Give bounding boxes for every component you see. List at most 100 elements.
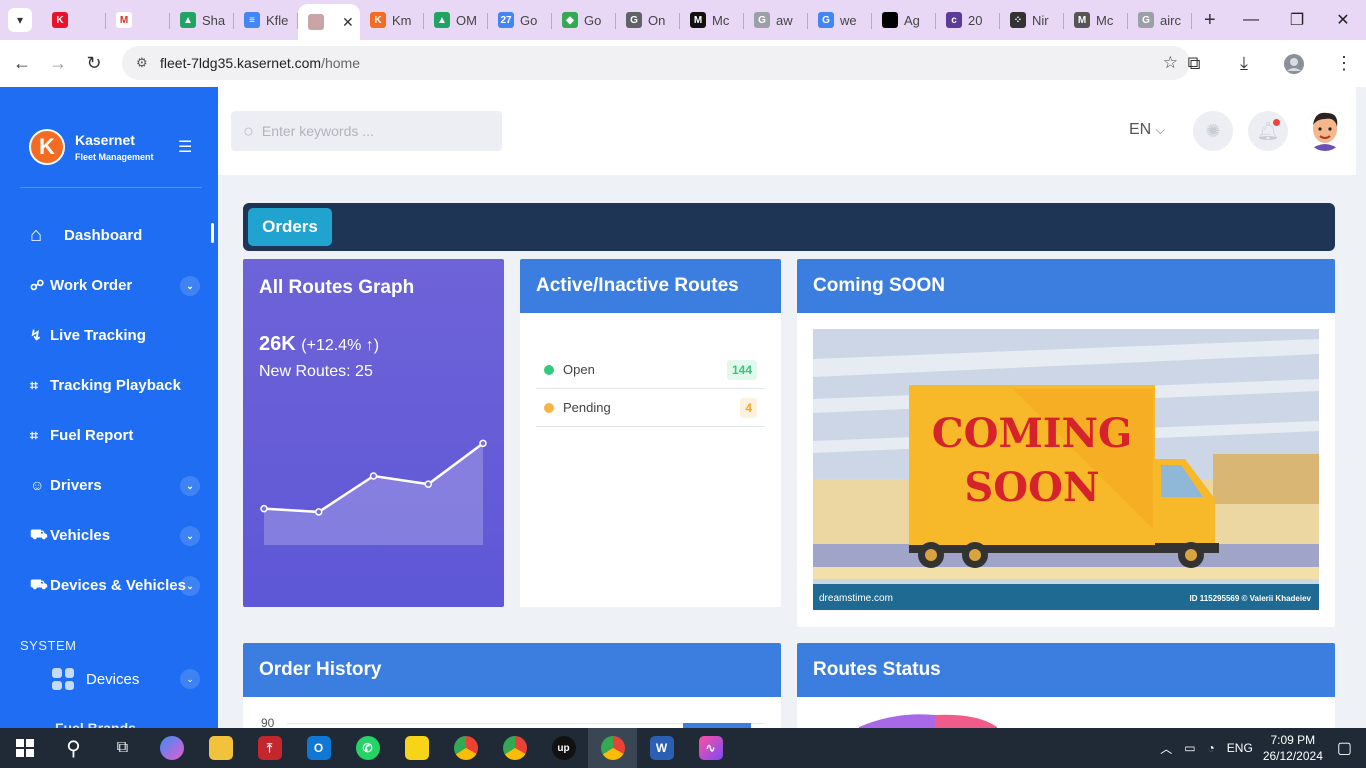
chevron-down-icon[interactable]: ⌄ <box>180 669 200 689</box>
chart-point[interactable] <box>369 472 378 480</box>
chart-point[interactable] <box>424 480 432 488</box>
restore-icon[interactable]: ❐ <box>1274 0 1320 40</box>
language-selector[interactable]: EN ⌵ <box>1129 121 1165 139</box>
sidebar: K Kasernet Fleet Management ☰ ⌂ Dashboard… <box>0 87 218 728</box>
browser-tab[interactable]: M Mc <box>680 4 744 36</box>
whatsapp-icon[interactable]: ✆ <box>343 728 392 768</box>
orders-button[interactable]: Orders <box>248 208 332 246</box>
extensions-icon[interactable]: ⧉ <box>1176 46 1212 82</box>
chevron-down-icon[interactable]: ⌄ <box>180 476 200 496</box>
sidebar-collapse-icon[interactable]: ☰ <box>178 137 192 157</box>
site-info-icon[interactable]: ⚙ <box>136 55 152 71</box>
browser-tab[interactable]: Ag <box>872 4 936 36</box>
sidebar-item-live-tracking[interactable]: ↯ Live Tracking <box>30 323 200 347</box>
clock-date: 26/12/2024 <box>1262 749 1323 763</box>
vehicle-icon: ⛟ <box>30 525 48 542</box>
language-indicator[interactable]: ENG <box>1227 741 1253 755</box>
tab-favicon-icon: G <box>626 12 642 28</box>
battery-icon[interactable]: ▭ <box>1184 741 1195 755</box>
browser-tab[interactable]: ≡ Kfle <box>234 4 298 36</box>
chrome-icon[interactable] <box>441 728 490 768</box>
drivers-icon: ☺ <box>30 477 45 493</box>
browser-tab[interactable]: c 20 <box>936 4 1000 36</box>
clock[interactable]: 7:09 PM 26/12/2024 <box>1263 732 1323 764</box>
tab-favicon-icon: ⁘ <box>1010 12 1026 28</box>
browser-tab[interactable]: G On <box>616 4 680 36</box>
route-status-row: Pending 4 <box>536 389 765 427</box>
word-icon[interactable]: W <box>637 728 686 768</box>
sidebar-item-dashboard[interactable]: ⌂ Dashboard <box>30 223 200 247</box>
sidebar-item-work-order[interactable]: ☍ Work Order ⌄ <box>30 273 200 297</box>
new-tab-icon[interactable]: + <box>1204 9 1216 32</box>
chevron-up-icon[interactable]: ︿ <box>1160 740 1172 757</box>
download-icon[interactable]: ⤓ <box>1226 46 1262 82</box>
browser-tab[interactable]: M Mc <box>1064 4 1128 36</box>
reload-icon[interactable]: ↻ <box>76 46 112 82</box>
chart-area-fill <box>264 443 483 545</box>
sticky-notes-icon[interactable] <box>392 728 441 768</box>
sidebar-item-devices-vehicles[interactable]: ⛟ Devices & Vehicles ⌄ <box>30 573 200 597</box>
minimize-icon[interactable]: — <box>1228 0 1274 40</box>
brand[interactable]: K Kasernet Fleet Management <box>29 129 154 165</box>
browser-tab[interactable]: ▲ OM <box>424 4 488 36</box>
search-input[interactable] <box>261 123 482 139</box>
tab-favicon-icon: M <box>1074 12 1090 28</box>
os-taskbar: ⚲ ⧉ ⤒ O ✆ up W ∿ ︿ ▭ ◔ ENG 7:09 PM 26/12… <box>0 728 1366 768</box>
address-bar[interactable]: ⚙ fleet-7ldg35.kasernet.com/home ☆ <box>122 46 1190 80</box>
forward-icon[interactable]: → <box>40 46 76 82</box>
search-icon: ○ <box>243 120 254 141</box>
browser-tab[interactable]: M <box>106 4 170 36</box>
sidebar-item-drivers[interactable]: ☺ Drivers ⌄ <box>30 473 200 497</box>
file-explorer-icon[interactable] <box>196 728 245 768</box>
coming-text: COMING <box>932 410 1132 457</box>
app-gradient-icon[interactable]: ∿ <box>686 728 735 768</box>
new-routes-text: New Routes: 25 <box>259 363 373 380</box>
wifi-icon[interactable]: ◔ <box>1208 741 1215 755</box>
sidebar-item-fuel-report[interactable]: ⌗ Fuel Report <box>30 423 200 447</box>
windows-start-icon[interactable] <box>0 728 49 768</box>
task-view-icon[interactable]: ⧉ <box>98 728 147 768</box>
tab-label: Ag <box>904 12 920 28</box>
browser-tab[interactable]: K <box>42 4 106 36</box>
browser-tab[interactable]: ⁘ Nir <box>1000 4 1064 36</box>
chrome-active-icon[interactable] <box>588 728 637 768</box>
browser-tab[interactable]: ▲ Sha <box>170 4 234 36</box>
chart-point[interactable] <box>260 504 268 513</box>
close-window-icon[interactable]: ✕ <box>1320 0 1366 40</box>
browser-tab[interactable]: Gwe <box>808 4 872 36</box>
browser-tab[interactable]: 27 Go <box>488 4 552 36</box>
taskbar-search-icon[interactable]: ⚲ <box>49 728 98 768</box>
avatar[interactable] <box>1305 107 1345 151</box>
browser-tab[interactable]: K Km <box>360 4 424 36</box>
chevron-down-icon[interactable]: ⌄ <box>180 276 200 296</box>
theme-toggle-button[interactable]: ✺ <box>1193 111 1233 151</box>
profile-icon[interactable] <box>1276 46 1312 82</box>
tab-close-icon[interactable]: ✕ <box>342 14 354 31</box>
sidebar-item-devices[interactable]: Devices ⌄ <box>52 667 200 691</box>
chevron-down-icon[interactable]: ⌄ <box>180 526 200 546</box>
browser-tab[interactable]: Gairc <box>1128 4 1192 36</box>
app-red-icon[interactable]: ⤒ <box>245 728 294 768</box>
upwork-icon[interactable]: up <box>539 728 588 768</box>
copilot-icon[interactable] <box>147 728 196 768</box>
browser-menu-icon[interactable]: ⋮ <box>1326 46 1362 82</box>
chevron-down-icon[interactable]: ⌄ <box>180 576 200 596</box>
card-title: Routes Status <box>797 643 1335 697</box>
browser-tab[interactable]: ✕ <box>298 4 360 40</box>
notifications-button[interactable]: 🔔︎ <box>1248 111 1288 151</box>
chart-point[interactable] <box>479 439 487 448</box>
sidebar-item-fuel-brands[interactable]: Fuel Brands <box>55 720 136 728</box>
route-status-label: Pending <box>563 400 611 415</box>
notification-center-icon[interactable]: ▢ <box>1337 738 1352 758</box>
chart-point[interactable] <box>315 508 323 516</box>
tab-search-menu-icon[interactable]: ▾ <box>8 8 32 32</box>
outlook-icon[interactable]: O <box>294 728 343 768</box>
back-icon[interactable]: ← <box>4 46 40 82</box>
sidebar-item-vehicles[interactable]: ⛟ Vehicles ⌄ <box>30 523 200 547</box>
browser-tab[interactable]: Gaw <box>744 4 808 36</box>
chrome-profile-icon[interactable] <box>490 728 539 768</box>
browser-tab[interactable]: ◆ Go <box>552 4 616 36</box>
tab-label: aw <box>776 12 793 28</box>
divider <box>20 187 202 188</box>
sidebar-item-tracking-playback[interactable]: ⌗ Tracking Playback <box>30 373 200 397</box>
